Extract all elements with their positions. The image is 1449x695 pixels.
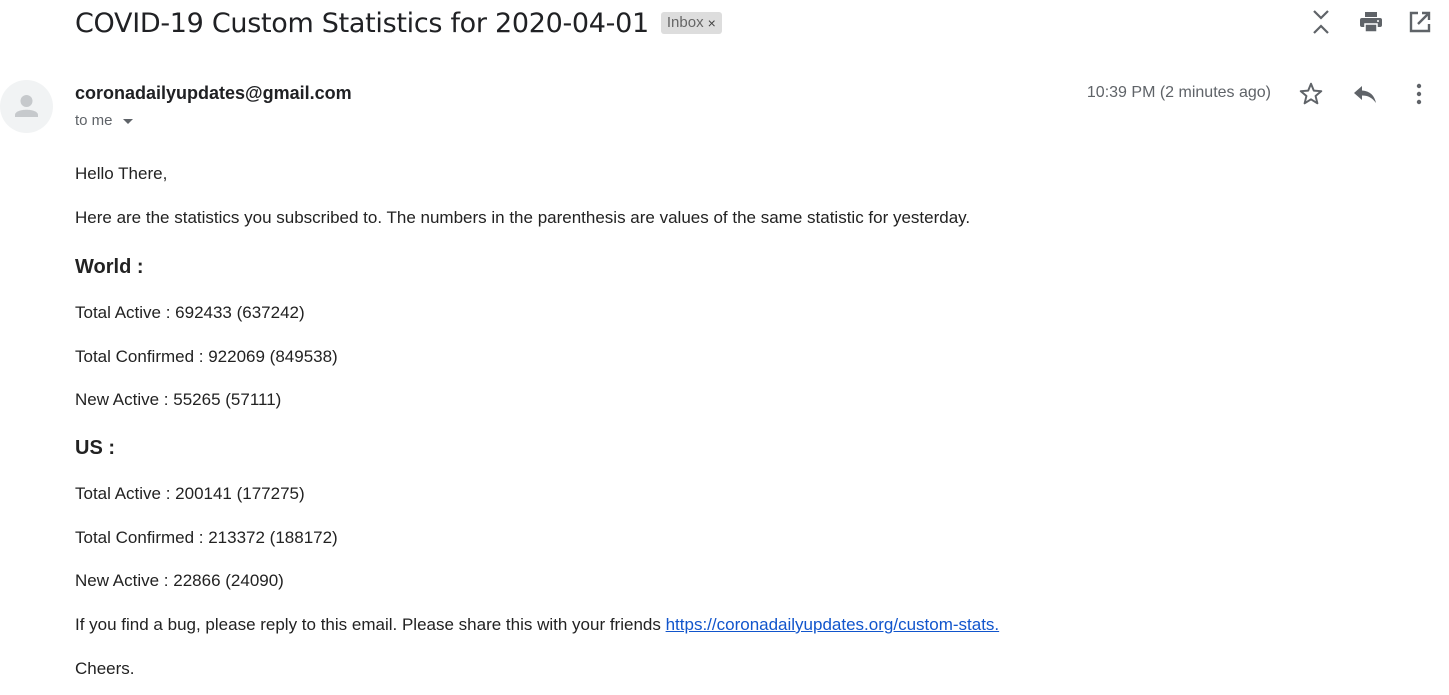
- message-timestamp: 10:39 PM (2 minutes ago): [1086, 84, 1271, 101]
- chevron-down-icon[interactable]: [122, 119, 133, 124]
- stat-line: Total Confirmed : 213372 (188172): [75, 528, 338, 547]
- stat-line: Total Confirmed : 922069 (849538): [75, 347, 338, 366]
- custom-stats-link[interactable]: https://coronadailyupdates.org/custom-st…: [666, 615, 1000, 634]
- stat-line: Total Active : 692433 (637242): [75, 303, 305, 322]
- star-icon[interactable]: [1297, 80, 1325, 108]
- inbox-label-chip[interactable]: Inbox ×: [660, 12, 722, 34]
- recipient-details[interactable]: to me: [75, 112, 133, 129]
- email-subject-row: COVID-19 Custom Statistics for 2020-04-0…: [75, 4, 722, 42]
- stat-line: New Active : 55265 (57111): [75, 390, 282, 409]
- email-subject: COVID-19 Custom Statistics for 2020-04-0…: [75, 7, 649, 39]
- email-body: Hello There, Here are the statistics you…: [75, 163, 999, 680]
- signoff: Cheers.: [75, 659, 135, 678]
- person-avatar-icon: [15, 95, 38, 117]
- intro-paragraph: Here are the statistics you subscribed t…: [75, 208, 971, 227]
- footer-paragraph: If you find a bug, please reply to this …: [75, 614, 999, 636]
- open-in-new-window-icon[interactable]: [1407, 9, 1433, 35]
- section-heading-us: US :: [75, 437, 115, 459]
- section-heading-world: World :: [75, 256, 144, 278]
- collapse-all-icon[interactable]: [1308, 9, 1334, 35]
- sender-email[interactable]: coronadailyupdates@gmail.com: [75, 83, 352, 104]
- print-icon[interactable]: [1358, 9, 1384, 35]
- inbox-label-text: Inbox: [666, 14, 704, 31]
- greeting: Hello There,: [75, 164, 168, 183]
- footer-text: If you find a bug, please reply to this …: [75, 615, 666, 634]
- remove-label-icon[interactable]: ×: [708, 15, 716, 31]
- stat-line: New Active : 22866 (24090): [75, 571, 284, 590]
- sender-avatar: [0, 80, 53, 133]
- stat-line: Total Active : 200141 (177275): [75, 484, 305, 503]
- more-vertical-icon[interactable]: [1405, 80, 1433, 108]
- recipient-label: to me: [75, 112, 113, 129]
- reply-icon[interactable]: [1351, 80, 1379, 108]
